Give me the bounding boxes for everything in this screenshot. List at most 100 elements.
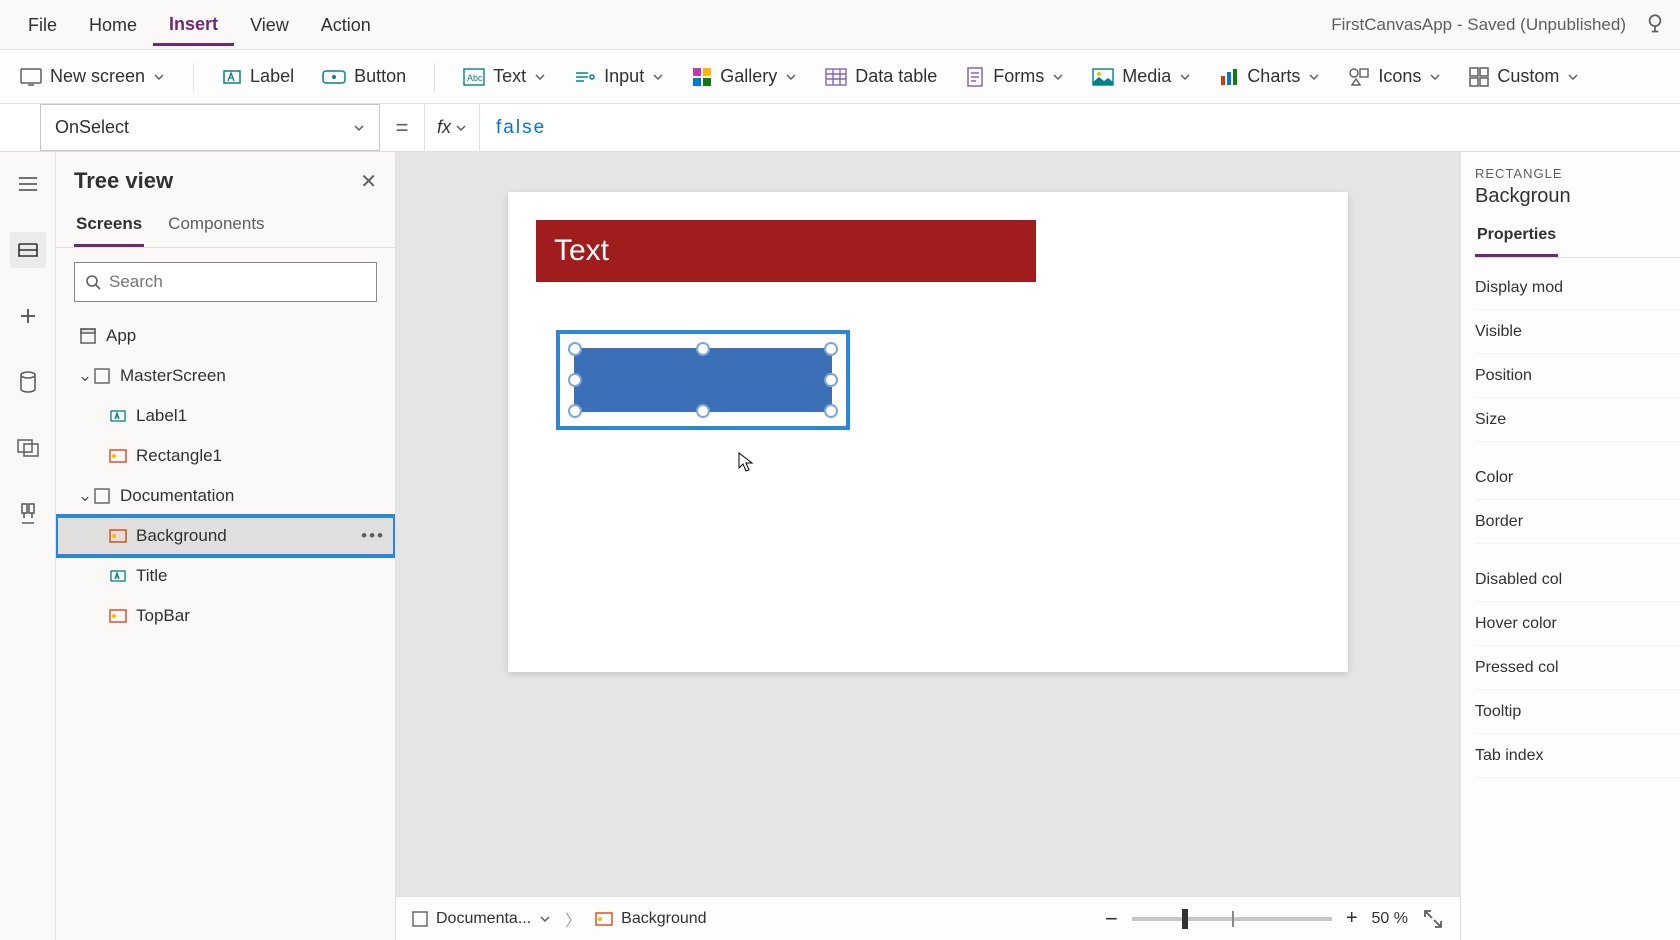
- tree-node-app[interactable]: App: [56, 316, 395, 356]
- menu-file[interactable]: File: [12, 5, 73, 44]
- zoom-in-button[interactable]: +: [1346, 907, 1358, 930]
- breadcrumb-selection[interactable]: Background: [595, 910, 706, 928]
- property-row[interactable]: Display mod: [1475, 266, 1680, 310]
- canvas-screen[interactable]: Text: [508, 192, 1348, 672]
- ribbon-custom[interactable]: Custom: [1469, 66, 1579, 87]
- rail-hamburger[interactable]: [10, 166, 46, 202]
- search-icon: [85, 274, 101, 290]
- chevron-down-icon: [1567, 71, 1579, 83]
- search-input[interactable]: [109, 272, 366, 292]
- resize-handle[interactable]: [568, 373, 582, 387]
- tree-node-label: Documentation: [120, 486, 234, 506]
- tree-node-rectangle1[interactable]: Rectangle1: [56, 436, 395, 476]
- rail-insert[interactable]: [10, 298, 46, 334]
- formula-input[interactable]: false: [480, 116, 1680, 139]
- property-row[interactable]: Hover color: [1475, 602, 1680, 646]
- property-row[interactable]: Color: [1475, 456, 1680, 500]
- close-icon[interactable]: ✕: [360, 169, 377, 194]
- tree-node-label1[interactable]: Label1: [56, 396, 395, 436]
- tree-node-masterscreen[interactable]: ⌄ MasterScreen: [56, 356, 395, 396]
- canvas-selected-rectangle[interactable]: [556, 330, 850, 430]
- canvas-viewport[interactable]: Text: [396, 152, 1460, 896]
- tree-node-title[interactable]: Title: [56, 556, 395, 596]
- resize-handle[interactable]: [824, 373, 838, 387]
- ribbon-media-label: Media: [1122, 66, 1171, 87]
- tree-node-topbar[interactable]: TopBar: [56, 596, 395, 636]
- ribbon-label[interactable]: Label: [222, 66, 294, 87]
- properties-tab[interactable]: Properties: [1475, 218, 1558, 257]
- property-row[interactable]: Tab index: [1475, 734, 1680, 778]
- ribbon-charts-label: Charts: [1247, 66, 1300, 87]
- property-row[interactable]: Visible: [1475, 310, 1680, 354]
- tree-view-title: Tree view: [74, 168, 173, 194]
- properties-name[interactable]: Backgroun: [1475, 185, 1680, 208]
- ribbon-custom-label: Custom: [1497, 66, 1559, 87]
- menu-view[interactable]: View: [234, 5, 305, 44]
- search-box[interactable]: [74, 262, 377, 302]
- rail-advanced[interactable]: [10, 496, 46, 532]
- property-row[interactable]: Pressed col: [1475, 646, 1680, 690]
- property-row[interactable]: Position: [1475, 354, 1680, 398]
- breadcrumb-screen[interactable]: Documenta...: [412, 910, 551, 928]
- svg-text:Abc: Abc: [467, 73, 483, 83]
- zoom-out-button[interactable]: −: [1105, 906, 1118, 932]
- chevron-down-icon: [652, 71, 664, 83]
- canvas-background-shape[interactable]: [574, 348, 832, 412]
- ribbon-input[interactable]: Input: [574, 66, 664, 87]
- equals-sign: =: [380, 115, 424, 141]
- canvas-topbar-shape[interactable]: Text: [536, 220, 1036, 282]
- fx-button[interactable]: fx: [424, 104, 480, 151]
- menu-action[interactable]: Action: [305, 5, 387, 44]
- chevron-down-icon: [1179, 71, 1191, 83]
- fullscreen-icon[interactable]: [1422, 908, 1444, 930]
- resize-handle[interactable]: [824, 342, 838, 356]
- tab-screens[interactable]: Screens: [74, 206, 144, 247]
- resize-handle[interactable]: [696, 342, 710, 356]
- resize-handle[interactable]: [696, 404, 710, 418]
- rail-tree-view[interactable]: [10, 232, 46, 268]
- ribbon-media[interactable]: Media: [1092, 66, 1191, 87]
- ribbon-button[interactable]: Button: [322, 66, 406, 87]
- ribbon-new-screen[interactable]: New screen: [20, 66, 165, 87]
- label-icon: [108, 566, 128, 586]
- tree-node-documentation[interactable]: ⌄ Documentation: [56, 476, 395, 516]
- chevron-down-icon: [1052, 71, 1064, 83]
- property-row[interactable]: Border: [1475, 500, 1680, 544]
- menu-insert[interactable]: Insert: [153, 4, 234, 46]
- tree-node-background[interactable]: Background •••: [56, 516, 395, 556]
- ribbon-icons[interactable]: Icons: [1348, 66, 1441, 87]
- property-row[interactable]: Disabled col: [1475, 558, 1680, 602]
- more-icon[interactable]: •••: [361, 526, 385, 546]
- property-row[interactable]: Tooltip: [1475, 690, 1680, 734]
- divider: [434, 63, 435, 91]
- cursor-icon: [738, 452, 754, 477]
- menu-home[interactable]: Home: [73, 5, 153, 44]
- canvas-area: Text: [396, 152, 1460, 940]
- zoom-slider[interactable]: [1132, 917, 1332, 921]
- chevron-down-icon: [1429, 71, 1441, 83]
- tab-components[interactable]: Components: [166, 206, 266, 247]
- tree-node-label: Rectangle1: [136, 446, 222, 466]
- resize-handle[interactable]: [824, 404, 838, 418]
- formula-bar: OnSelect = fx false: [0, 104, 1680, 152]
- ribbon-forms[interactable]: Forms: [965, 66, 1064, 87]
- label-icon: [108, 406, 128, 426]
- diagnostics-icon[interactable]: [1642, 12, 1668, 38]
- ribbon-gallery[interactable]: Gallery: [692, 66, 797, 87]
- properties-type: RECTANGLE: [1475, 166, 1680, 181]
- properties-panel: RECTANGLE Backgroun Properties Display m…: [1460, 152, 1680, 940]
- breadcrumb-separator: 〉: [565, 907, 581, 931]
- ribbon-charts[interactable]: Charts: [1219, 66, 1320, 87]
- rail-media[interactable]: [10, 430, 46, 466]
- shape-icon: [108, 526, 128, 546]
- resize-handle[interactable]: [568, 342, 582, 356]
- ribbon-data-table[interactable]: Data table: [825, 66, 937, 87]
- property-selector-value: OnSelect: [55, 117, 129, 138]
- rail-data[interactable]: [10, 364, 46, 400]
- property-row[interactable]: Size: [1475, 398, 1680, 442]
- resize-handle[interactable]: [568, 404, 582, 418]
- ribbon-text[interactable]: Abc Text: [463, 66, 546, 87]
- property-selector[interactable]: OnSelect: [40, 104, 380, 151]
- ribbon-text-label: Text: [493, 66, 526, 87]
- screen-icon: [92, 366, 112, 386]
